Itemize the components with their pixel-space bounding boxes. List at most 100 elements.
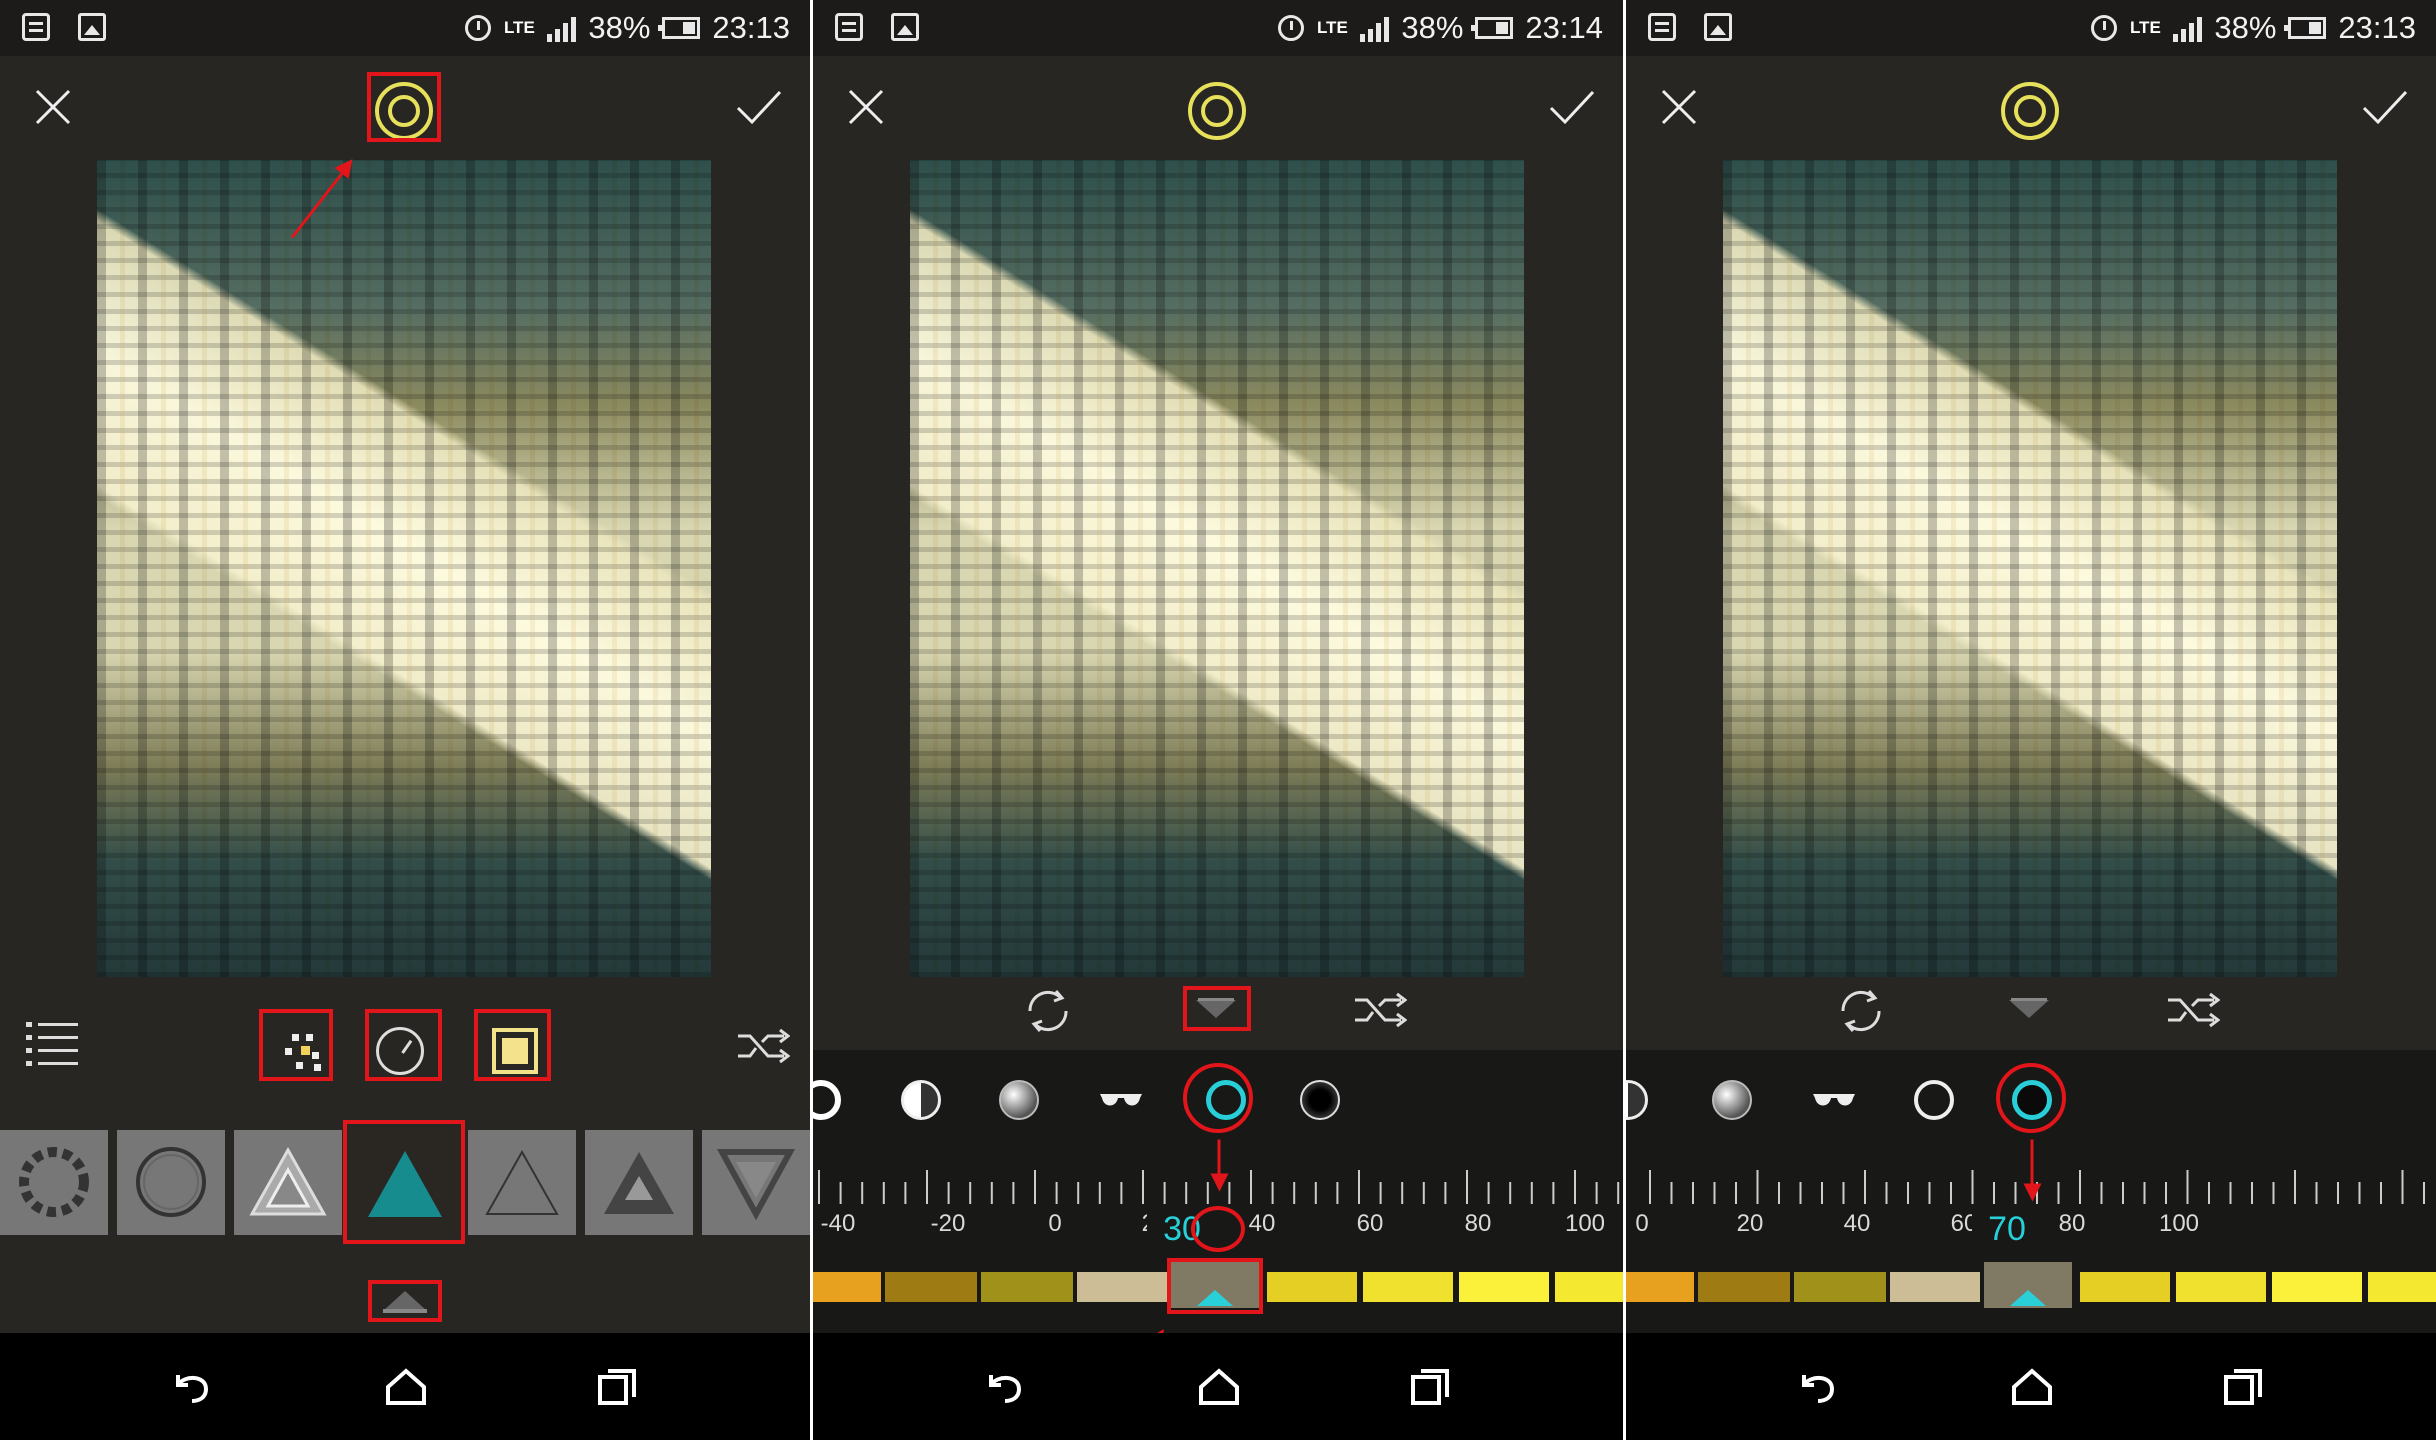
annotation-box	[1183, 986, 1251, 1031]
recents-icon[interactable]	[1409, 1365, 1453, 1409]
alarm-icon	[1278, 15, 1305, 41]
color-swatch[interactable]	[1890, 1272, 1980, 1302]
battery-icon	[1471, 17, 1514, 39]
signal-icon	[547, 14, 577, 42]
navigation-bar	[813, 1333, 1623, 1440]
color-swatch[interactable]	[981, 1272, 1073, 1302]
mask-icon[interactable]	[1188, 82, 1246, 140]
triangle-outline-shape[interactable]	[234, 1130, 342, 1235]
annotation-circle	[1183, 1063, 1253, 1133]
home-icon[interactable]	[384, 1365, 428, 1409]
home-icon[interactable]	[2010, 1365, 2054, 1409]
signal-icon	[2173, 14, 2203, 42]
ruler-label: 20	[1736, 1210, 1764, 1237]
ruler-label: 40	[1843, 1210, 1871, 1237]
shuffle-icon[interactable]	[1353, 988, 1407, 1032]
back-icon[interactable]	[983, 1365, 1027, 1409]
recents-icon[interactable]	[596, 1365, 640, 1409]
annotation-box	[259, 1009, 333, 1081]
color-swatch[interactable]	[1267, 1272, 1357, 1302]
rotate-icon[interactable]	[1833, 983, 1889, 1039]
color-swatch[interactable]	[1363, 1272, 1453, 1302]
circle-shape[interactable]	[117, 1130, 225, 1235]
battery-icon	[2284, 17, 2327, 39]
selected-color-swatch[interactable]	[1984, 1262, 2072, 1308]
annotation-box	[343, 1120, 465, 1244]
close-icon[interactable]	[1654, 82, 1704, 132]
ruler-label: 100	[1564, 1210, 1606, 1237]
annotation-arrow	[2030, 1139, 2034, 1198]
color-swatch[interactable]	[1698, 1272, 1790, 1302]
ruler-label: -20	[930, 1210, 966, 1237]
lte-icon: LTE	[503, 18, 535, 37]
glasses-mode-icon[interactable]	[1096, 1080, 1146, 1120]
half-circle-mode-icon[interactable]	[901, 1080, 941, 1120]
check-icon[interactable]	[734, 82, 784, 132]
navigation-bar	[1626, 1333, 2436, 1440]
navigation-bar	[0, 1333, 810, 1440]
color-swatch[interactable]	[1555, 1272, 1623, 1302]
triangle-thin-shape[interactable]	[468, 1130, 576, 1235]
color-swatch[interactable]	[2368, 1272, 2436, 1302]
close-icon[interactable]	[28, 82, 78, 132]
annotation-box	[367, 72, 441, 142]
sphere-mode-icon[interactable]	[1712, 1080, 1752, 1120]
color-swatch[interactable]	[2176, 1272, 2266, 1302]
shuffle-icon[interactable]	[736, 1024, 790, 1068]
phone-screen-1: LTE 38% 23:13	[0, 0, 810, 1440]
glasses-mode-icon[interactable]	[1809, 1080, 1859, 1120]
triangle-inverted-shape[interactable]	[702, 1130, 810, 1235]
photo-preview	[97, 160, 711, 977]
mask-icon[interactable]	[2001, 82, 2059, 140]
triangle-split-shape[interactable]	[585, 1130, 693, 1235]
home-icon[interactable]	[1197, 1365, 1241, 1409]
rotate-icon[interactable]	[1020, 983, 1076, 1039]
sphere-mode-icon[interactable]	[999, 1080, 1039, 1120]
battery-percent: 38%	[588, 10, 651, 45]
collapse-toggle[interactable]	[1999, 992, 2059, 1024]
lte-icon: LTE	[1316, 18, 1348, 37]
check-icon[interactable]	[1547, 82, 1597, 132]
annotation-box	[365, 1009, 442, 1081]
glow-circle-mode-icon[interactable]	[1300, 1080, 1340, 1120]
ruler-label: 80	[2058, 1210, 2086, 1237]
color-swatch[interactable]	[1077, 1272, 1167, 1302]
photo-preview	[1723, 160, 2337, 977]
ring-shape[interactable]	[0, 1130, 108, 1235]
color-swatch[interactable]	[1626, 1272, 1694, 1302]
color-swatch[interactable]	[813, 1272, 881, 1302]
ruler-label: 100	[2158, 1210, 2200, 1237]
ruler-label: -40	[820, 1210, 856, 1237]
check-icon[interactable]	[2360, 82, 2410, 132]
ruler-label: 60	[1356, 1210, 1384, 1237]
clock: 23:13	[2338, 10, 2416, 45]
lte-icon: LTE	[2129, 18, 2161, 37]
color-swatch[interactable]	[2272, 1272, 2362, 1302]
notification-app-icon	[835, 13, 863, 41]
color-swatch[interactable]	[1794, 1272, 1886, 1302]
back-icon[interactable]	[1796, 1365, 1840, 1409]
shuffle-icon[interactable]	[2166, 988, 2220, 1032]
back-icon[interactable]	[170, 1365, 214, 1409]
annotation-box	[368, 1280, 442, 1322]
outline-circle-mode-icon[interactable]	[1914, 1080, 1954, 1120]
gallery-notification-icon	[891, 13, 919, 41]
clock: 23:13	[712, 10, 790, 45]
gallery-notification-icon	[1704, 13, 1732, 41]
color-swatch[interactable]	[885, 1272, 977, 1302]
close-icon[interactable]	[841, 82, 891, 132]
recents-icon[interactable]	[2222, 1365, 2266, 1409]
notification-app-icon	[1648, 13, 1676, 41]
battery-percent: 38%	[1401, 10, 1464, 45]
alarm-icon	[2091, 15, 2118, 41]
list-icon[interactable]	[26, 1020, 78, 1066]
selected-value: 70	[1972, 1210, 2042, 1249]
phone-screen-2: LTE 38% 23:14 -40 -20 0 20 40 60 80 100 …	[813, 0, 1623, 1440]
annotation-circle	[1996, 1063, 2066, 1133]
annotation-box	[1167, 1258, 1263, 1314]
status-bar: LTE 38% 23:14	[813, 0, 1623, 56]
photo-preview	[910, 160, 1524, 977]
color-swatch[interactable]	[2080, 1272, 2170, 1302]
color-swatch[interactable]	[1459, 1272, 1549, 1302]
battery-icon	[658, 17, 701, 39]
